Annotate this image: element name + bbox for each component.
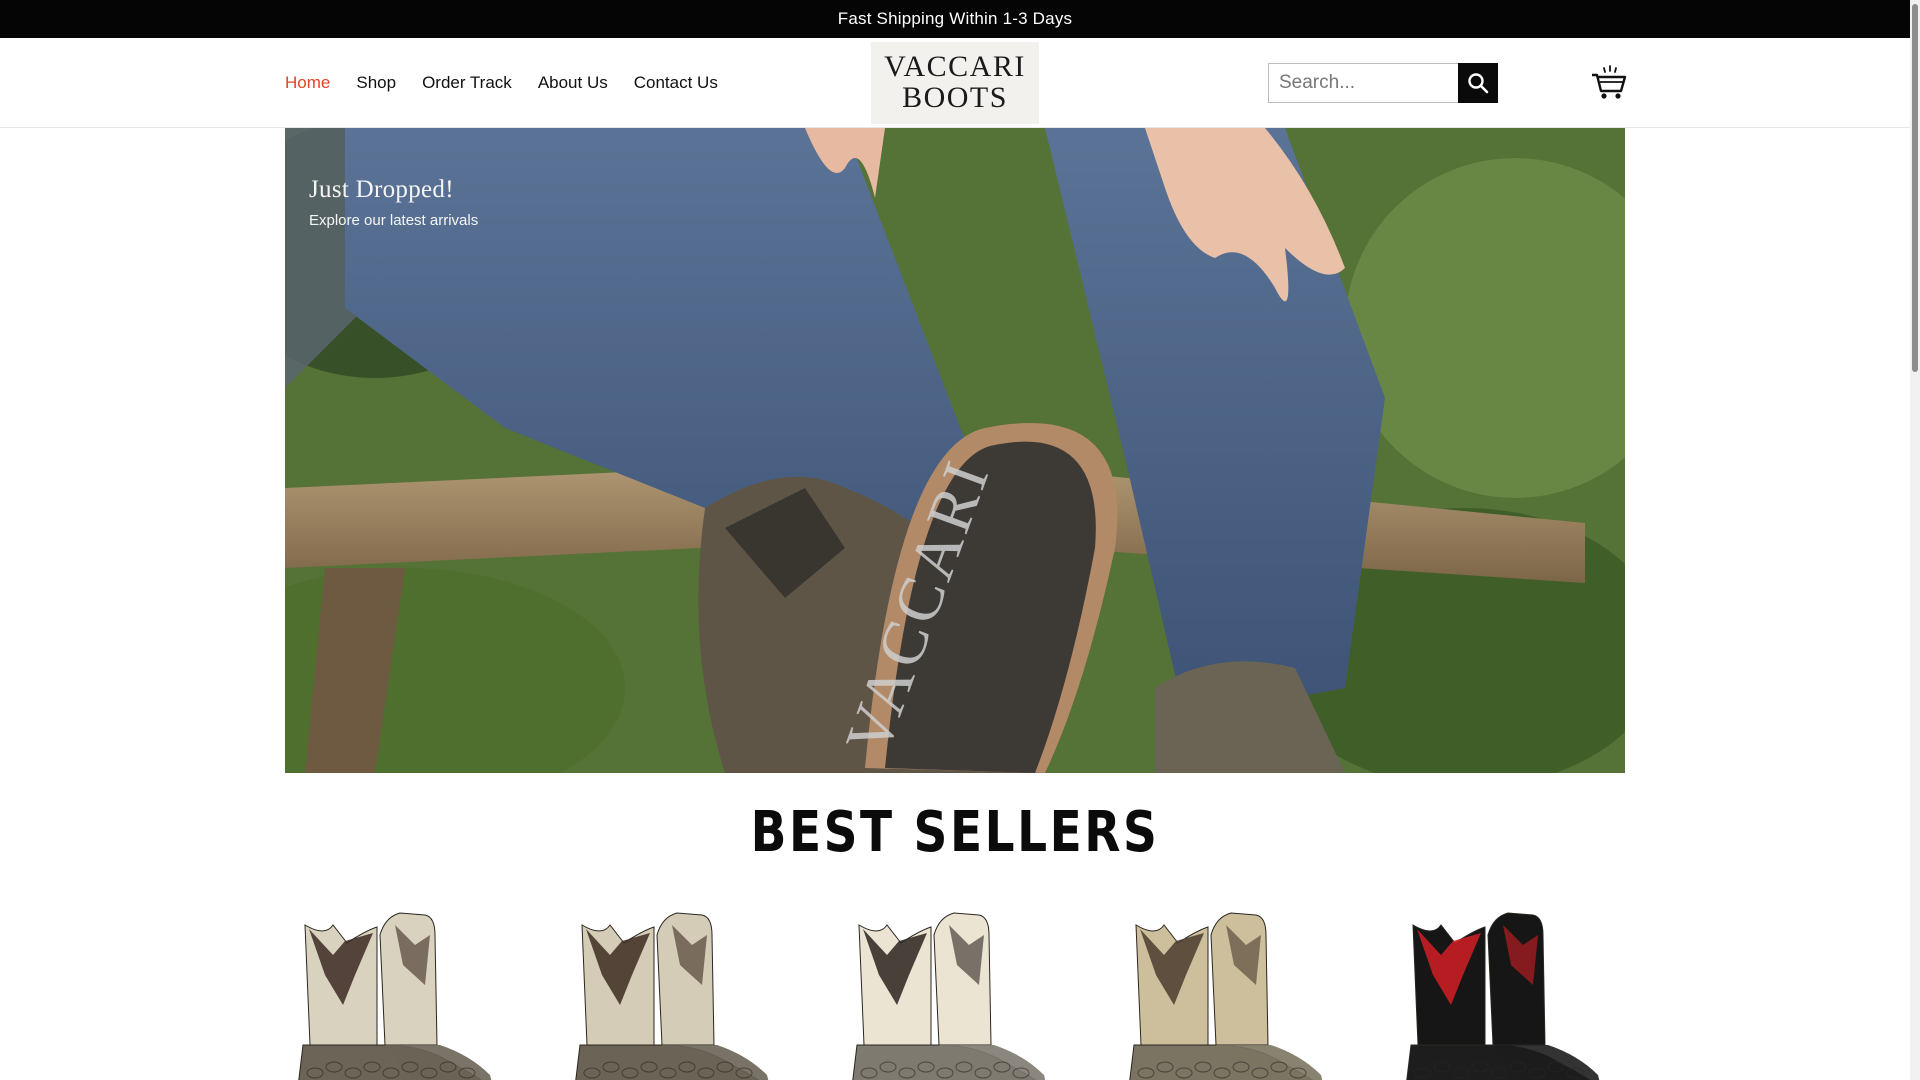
hero-subtitle: Explore our latest arrivals (309, 212, 479, 229)
search-form (1268, 63, 1498, 103)
product-card[interactable] (285, 895, 515, 1080)
nav-home[interactable]: Home (285, 73, 330, 93)
hero-caption: Just Dropped! Explore our latest arrival… (309, 176, 478, 229)
product-card[interactable] (1393, 895, 1623, 1080)
hero-title: Just Dropped! (309, 176, 454, 203)
main-nav: Home Shop Order Track About Us Contact U… (285, 38, 718, 128)
site-header: Home Shop Order Track About Us Contact U… (0, 38, 1910, 128)
brand-logo[interactable]: VACCARI BOOTS (871, 42, 1039, 124)
hero-image: VACCARI (285, 128, 1625, 773)
product-card[interactable] (1116, 895, 1346, 1080)
scrollbar-thumb[interactable] (1912, 4, 1918, 372)
product-image (298, 912, 492, 1080)
announcement-text: Fast Shipping Within 1-3 Days (837, 9, 1073, 28)
search-input[interactable] (1268, 63, 1458, 103)
search-button[interactable] (1458, 63, 1498, 103)
nav-about-us[interactable]: About Us (538, 73, 608, 93)
product-card[interactable] (562, 895, 792, 1080)
product-card[interactable] (839, 895, 1069, 1080)
page-scrollbar[interactable] (1910, 0, 1920, 1080)
product-image (575, 912, 769, 1080)
nav-order-track[interactable]: Order Track (422, 73, 512, 93)
product-image (852, 912, 1046, 1080)
logo-line-2: BOOTS (902, 81, 1008, 114)
search-icon (1468, 73, 1489, 94)
hero-banner[interactable]: VACCARI Just Dropped! Explore our latest… (285, 128, 1625, 773)
announcement-bar: Fast Shipping Within 1-3 Days (0, 0, 1910, 38)
logo-line-1: VACCARI (884, 50, 1026, 84)
best-sellers-grid (285, 895, 1625, 1080)
nav-shop[interactable]: Shop (356, 73, 396, 93)
best-sellers-title: BEST SELLERS (750, 800, 1160, 865)
product-image (1406, 912, 1600, 1080)
product-image (1129, 912, 1323, 1080)
nav-contact-us[interactable]: Contact Us (634, 73, 718, 93)
cart-button[interactable] (1590, 64, 1628, 102)
cart-icon (1592, 65, 1627, 99)
